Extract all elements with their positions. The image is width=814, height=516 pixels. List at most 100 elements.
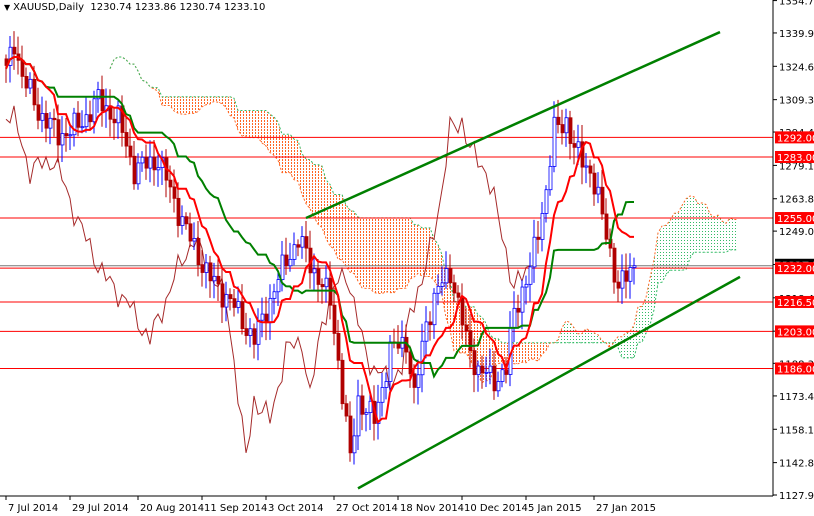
y-tick-label: 1158.10 (779, 425, 814, 436)
price-axis-bg (774, 0, 814, 516)
candle-body (428, 321, 433, 326)
cloud-segment (186, 96, 190, 115)
candle-body (272, 291, 277, 299)
candle-body (196, 238, 201, 266)
candle-body (364, 412, 369, 415)
y-tick-label: 1354.75 (779, 0, 814, 8)
candle-body (228, 294, 233, 300)
candle-body (180, 216, 185, 226)
candle-body (448, 268, 453, 284)
candle-body (240, 301, 245, 330)
candle-body (216, 275, 221, 285)
cloud-segment (682, 198, 686, 271)
candle-body (500, 369, 505, 382)
candle-body (412, 373, 417, 388)
cloud-segment (734, 219, 738, 250)
cloud-segment (162, 96, 166, 106)
cloud-segment (342, 194, 346, 267)
x-tick-label: 7 Jul 2014 (8, 503, 58, 514)
cloud-segment (662, 225, 666, 283)
cloud-segment (274, 117, 278, 161)
cloud-segment (250, 110, 254, 138)
cloud-segment (258, 110, 262, 143)
candle-body (72, 112, 77, 136)
candle-body (300, 236, 305, 248)
y-tick-label: 1127.95 (779, 491, 814, 502)
candle-body (296, 244, 301, 248)
cloud-segment (242, 110, 246, 137)
candle-body (380, 387, 385, 403)
candle-body (408, 351, 413, 375)
candle-body (348, 415, 353, 454)
x-tick-label: 3 Oct 2014 (268, 503, 323, 514)
cloud-segment (246, 110, 250, 138)
candle-body (496, 381, 501, 392)
level-price-label: 1255.00 (777, 214, 814, 225)
x-tick-label: 27 Jan 2015 (596, 503, 656, 514)
cloud-segment (190, 96, 194, 114)
candle-body (432, 292, 437, 326)
candle-body (156, 167, 161, 171)
y-tick-label: 1324.60 (779, 62, 814, 73)
candle-body (576, 141, 581, 148)
cloud-segment (670, 213, 674, 271)
candle-body (208, 262, 213, 282)
candle-body (584, 165, 589, 168)
candle-body (260, 313, 265, 321)
cloud-segment (238, 110, 242, 136)
cloud-segment (286, 134, 290, 173)
candle-body (252, 328, 257, 345)
candle-body (352, 435, 357, 454)
candle-body (40, 113, 45, 121)
cloud-segment (294, 139, 298, 182)
cloud-segment (262, 110, 266, 146)
dropdown-triangle-icon[interactable]: ▼ (4, 3, 10, 12)
candle-body (592, 172, 597, 195)
candle-body (44, 113, 49, 129)
candle-body (84, 114, 89, 128)
candle-body (124, 132, 129, 147)
cloud-segment (322, 166, 326, 239)
cloud-segment (394, 217, 398, 293)
cloud-segment (410, 217, 414, 280)
candle-body (332, 304, 337, 334)
candle-body (248, 328, 253, 336)
cloud-segment (578, 333, 582, 343)
cloud-segment (570, 322, 574, 343)
level-price-label: 1186.00 (777, 364, 814, 375)
cloud-segment (414, 224, 418, 278)
candle-body (628, 267, 633, 282)
candle-body (80, 126, 85, 129)
candle-body (568, 117, 573, 144)
price-chart[interactable]: 1354.751339.901324.601309.301294.451279.… (0, 0, 814, 516)
y-tick-label: 1173.40 (779, 392, 814, 403)
x-tick-label: 18 Nov 2014 (400, 503, 464, 514)
cloud-segment (230, 96, 234, 119)
ohlc-close: 1233.10 (224, 2, 266, 13)
candle-body (468, 330, 473, 351)
candle-body (268, 297, 273, 324)
current-price-marker (775, 258, 814, 262)
candle-body (540, 213, 545, 240)
ohlc-low: 1230.74 (179, 2, 221, 13)
candle-body (324, 277, 329, 288)
cloud-segment (714, 215, 718, 253)
cloud-segment (530, 342, 534, 360)
candle-body (56, 119, 61, 146)
candle-body (440, 282, 445, 287)
candle-body (316, 268, 321, 285)
cloud-segment (646, 278, 650, 334)
candle-body (604, 213, 609, 240)
cloud-segment (538, 342, 542, 362)
candle-body (488, 365, 493, 373)
candle-body (340, 359, 345, 405)
candle-body (616, 281, 621, 289)
cloud-segment (434, 238, 438, 287)
candle-body (232, 298, 237, 308)
cloud-segment (330, 184, 334, 249)
candle-body (136, 162, 141, 185)
candle-body (220, 283, 225, 308)
candle-body (184, 216, 189, 225)
cloud-segment (358, 217, 362, 288)
cloud-segment (586, 328, 590, 343)
